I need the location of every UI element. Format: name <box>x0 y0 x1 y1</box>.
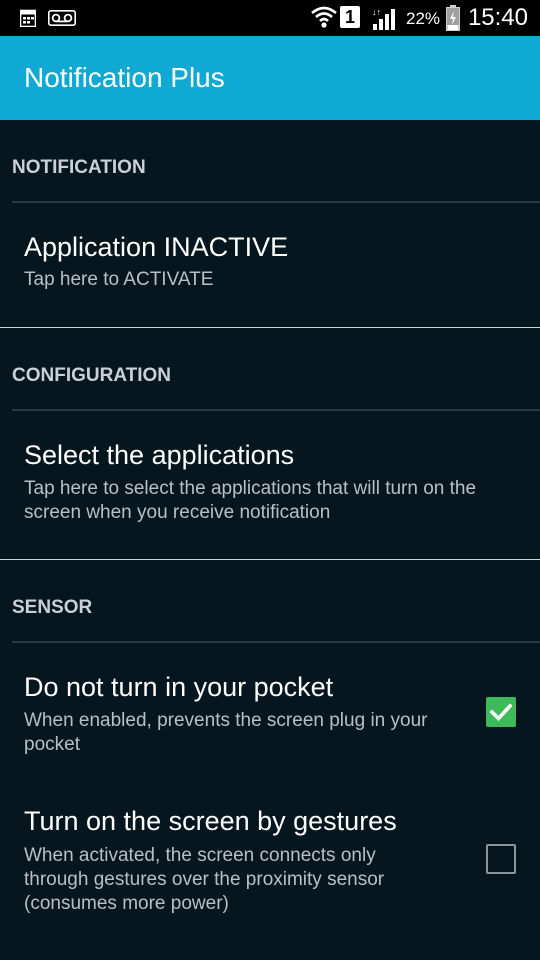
pref-title: Select the applications <box>24 440 295 470</box>
gesture-wake-checkbox[interactable] <box>486 844 516 874</box>
pref-application-status[interactable]: Application INACTIVE Tap here to ACTIVAT… <box>0 203 540 327</box>
item-divider <box>0 559 540 560</box>
checkmark-icon <box>489 703 513 722</box>
voicemail-icon <box>48 10 76 31</box>
status-bar: 1 ↓↑ 22% 15:40 <box>0 0 540 36</box>
svg-text:↓↑: ↓↑ <box>372 7 381 17</box>
pref-select-applications[interactable]: Select the applications Tap here to sele… <box>0 411 540 559</box>
status-time: 15:40 <box>467 4 528 31</box>
wifi-icon <box>310 4 338 35</box>
pref-title: Turn on the screen by gestures <box>24 806 397 836</box>
pref-gesture-wake[interactable]: Turn on the screen by gestures When acti… <box>0 777 540 937</box>
battery-percent: 22% <box>406 9 441 28</box>
signal-icon: ↓↑ <box>372 6 400 35</box>
category-notification-title: NOTIFICATION <box>12 157 146 178</box>
pref-summary: When enabled, prevents the screen plug i… <box>24 710 428 755</box>
pref-summary: Tap here to select the applications that… <box>24 478 477 523</box>
app-bar: Notification Plus <box>0 36 540 120</box>
pref-pocket-protection[interactable]: Do not turn in your pocket When enabled,… <box>0 643 540 777</box>
category-sensor-title: SENSOR <box>12 597 93 618</box>
pref-title: Application INACTIVE <box>24 232 289 262</box>
screen: 1 ↓↑ 22% 15:40 Notification Plus NOTIFIC… <box>0 0 540 960</box>
app-title: Notification Plus <box>24 62 225 93</box>
item-divider <box>0 327 540 328</box>
battery-charging-icon <box>446 5 460 36</box>
pref-summary: Tap here to ACTIVATE <box>24 269 214 290</box>
pocket-protection-checkbox[interactable] <box>486 697 516 727</box>
pref-summary: When activated, the screen connects only… <box>24 845 385 914</box>
pref-title: Do not turn in your pocket <box>24 672 334 702</box>
category-configuration-title: CONFIGURATION <box>12 365 172 386</box>
sim-slot-badge: 1 <box>340 6 360 28</box>
calendar-icon <box>19 9 37 32</box>
